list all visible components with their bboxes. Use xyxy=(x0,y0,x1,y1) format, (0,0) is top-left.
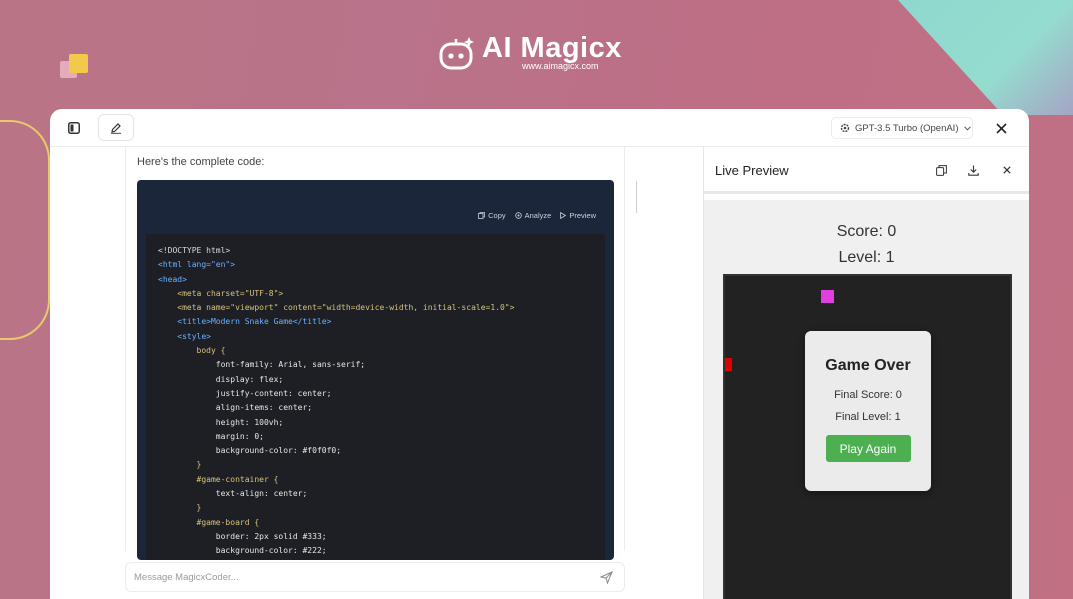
code-line: <!DOCTYPE html> xyxy=(158,246,231,255)
code-line: text-align: center; xyxy=(158,489,308,499)
sidebar-icon xyxy=(68,122,80,134)
code-content: <!DOCTYPE html> <html lang="en"> <head> … xyxy=(146,234,605,560)
code-actions: Copy Analyze Preview xyxy=(478,211,596,220)
game-over-dialog: Game Over Final Score: 0 Final Level: 1 … xyxy=(805,331,931,491)
code-line: border: 2px solid #333; xyxy=(158,531,327,541)
code-line: height: 100vh; xyxy=(158,417,284,427)
play-icon xyxy=(560,212,567,219)
snake-segment xyxy=(725,358,732,371)
close-window-button[interactable] xyxy=(991,118,1011,138)
download-preview-button[interactable] xyxy=(965,162,981,178)
decorative-ring xyxy=(0,120,50,340)
close-icon xyxy=(1003,166,1011,174)
preview-code-button[interactable]: Preview xyxy=(560,211,596,220)
copy-code-label: Copy xyxy=(488,211,506,220)
brand-url: www.aimagicx.com xyxy=(522,61,599,71)
code-line: } xyxy=(158,503,202,513)
brand-name: AI Magicx xyxy=(482,32,622,64)
code-line: display: flex; xyxy=(158,374,284,384)
code-line: font-family: Arial, sans-serif; xyxy=(158,360,366,370)
code-line: <title>Modern Snake Game</title> xyxy=(158,317,332,327)
level-display: Level: 1 xyxy=(838,249,895,266)
toggle-sidebar-button[interactable] xyxy=(64,118,84,138)
close-icon xyxy=(995,122,1007,134)
top-toolbar: GPT-3.5 Turbo (OpenAI) xyxy=(50,109,1029,147)
game-over-title: Game Over xyxy=(825,357,911,374)
download-icon xyxy=(967,165,979,176)
close-preview-button[interactable] xyxy=(999,162,1015,178)
code-line: background-color: #f0f0f0; xyxy=(158,446,342,456)
model-select-label: GPT-3.5 Turbo (OpenAI) xyxy=(855,122,959,134)
gear-icon xyxy=(840,123,850,133)
code-line: body { xyxy=(158,346,226,356)
copy-icon xyxy=(478,212,486,219)
score-display: Score: 0 xyxy=(836,223,897,240)
decorative-square xyxy=(69,54,88,73)
code-line: <head> xyxy=(158,274,187,284)
code-line: <meta name="viewport" content="width=dev… xyxy=(158,303,515,313)
copy-code-button[interactable]: Copy xyxy=(478,211,506,220)
final-level: Final Level: 1 xyxy=(835,411,901,423)
send-icon xyxy=(599,570,613,584)
assistant-message-text: Here's the complete code: xyxy=(137,156,265,168)
final-score: Final Score: 0 xyxy=(834,389,902,401)
message-input[interactable] xyxy=(126,563,594,591)
game-board[interactable]: Game Over Final Score: 0 Final Level: 1 … xyxy=(723,274,1012,599)
code-line: margin: 0; xyxy=(158,431,264,441)
preview-header: Live Preview xyxy=(704,147,1029,194)
chevron-down-icon xyxy=(963,125,971,131)
code-line: #game-container { xyxy=(158,474,279,484)
analyze-icon xyxy=(514,212,522,219)
code-line: align-items: center; xyxy=(158,403,313,413)
model-select[interactable]: GPT-3.5 Turbo (OpenAI) xyxy=(831,117,973,139)
code-line: <style> xyxy=(158,331,211,341)
brand-header: AI Magicx www.aimagicx.com xyxy=(438,34,622,71)
new-chat-button[interactable] xyxy=(98,114,134,141)
play-again-button[interactable]: Play Again xyxy=(825,435,911,462)
edit-icon xyxy=(111,122,121,134)
preview-title: Live Preview xyxy=(715,163,789,178)
food-pellet xyxy=(821,290,834,303)
message-composer xyxy=(125,562,625,592)
scrollbar[interactable] xyxy=(636,181,637,213)
app-window: GPT-3.5 Turbo (OpenAI) Here's the comple… xyxy=(50,109,1029,599)
copy-icon xyxy=(935,164,947,176)
preview-canvas: Score: 0 Level: 1 Game Over Final Score:… xyxy=(704,200,1029,599)
code-line: <meta charset="UTF-8"> xyxy=(158,288,284,298)
background-teal-shape xyxy=(898,0,1073,115)
analyze-code-label: Analyze xyxy=(524,211,552,220)
code-line: background-color: #222; xyxy=(158,546,327,556)
analyze-code-button[interactable]: Analyze xyxy=(514,211,552,220)
preview-code-label: Preview xyxy=(569,211,596,220)
code-line: } xyxy=(158,460,202,470)
chat-thread[interactable]: Here's the complete code: Copy Analyze P… xyxy=(125,147,625,560)
code-block: Copy Analyze Preview <!DOCTYPE html> <ht… xyxy=(137,180,614,560)
live-preview-panel: Live Preview Score: 0 Level: 1 Game Over… xyxy=(703,147,1029,599)
code-line: #game-board { xyxy=(158,517,260,527)
copy-preview-button[interactable] xyxy=(933,162,949,178)
code-line: justify-content: center; xyxy=(158,388,332,398)
robot-logo-icon xyxy=(439,36,474,69)
code-line: <html lang="en"> xyxy=(158,260,236,270)
send-button[interactable] xyxy=(594,565,618,589)
